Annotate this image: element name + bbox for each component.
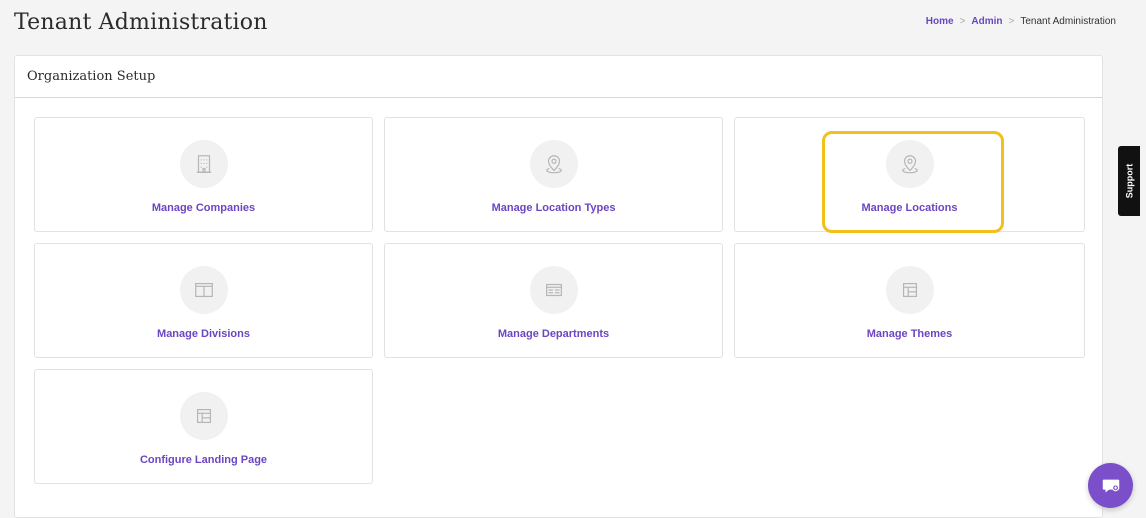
manage-locations-card[interactable]: Manage Locations xyxy=(734,117,1085,233)
support-tab[interactable]: Support xyxy=(1118,146,1140,216)
layout-icon xyxy=(885,265,934,314)
manage-themes-card[interactable]: Manage Themes xyxy=(734,243,1085,358)
manage-companies-card[interactable]: Manage Companies xyxy=(34,117,373,232)
chat-button[interactable] xyxy=(1088,463,1133,508)
layout-icon xyxy=(179,391,228,440)
building-icon xyxy=(179,139,228,188)
card-label: Manage Companies xyxy=(151,201,256,214)
card-label: Manage Locations xyxy=(861,201,958,214)
panel-title: Organization Setup xyxy=(15,56,1102,98)
card-grid: Manage Companies Manage Location Types M… xyxy=(34,117,1085,484)
breadcrumb-admin[interactable]: Admin xyxy=(971,16,1002,27)
organization-setup-panel: Organization Setup Manage Companies Mana… xyxy=(14,55,1103,518)
columns-icon xyxy=(179,265,228,314)
chat-icon xyxy=(1102,479,1119,492)
manage-departments-card[interactable]: Manage Departments xyxy=(384,243,723,358)
support-label: Support xyxy=(1124,163,1134,199)
manage-divisions-card[interactable]: Manage Divisions xyxy=(34,243,373,358)
breadcrumb-home[interactable]: Home xyxy=(926,16,954,27)
breadcrumb-separator: > xyxy=(959,16,966,27)
manage-location-types-card[interactable]: Manage Location Types xyxy=(384,117,723,232)
breadcrumb-separator: > xyxy=(1008,16,1015,27)
location-pin-icon xyxy=(885,139,934,188)
card-label: Configure Landing Page xyxy=(139,453,268,466)
location-pin-icon xyxy=(529,139,578,188)
card-label: Manage Divisions xyxy=(157,327,250,340)
configure-landing-page-card[interactable]: Configure Landing Page xyxy=(34,369,373,484)
card-label: Manage Themes xyxy=(866,327,953,340)
card-label: Manage Location Types xyxy=(491,201,616,214)
card-label: Manage Departments xyxy=(497,327,610,340)
breadcrumb: Home > Admin > Tenant Administration xyxy=(926,16,1116,27)
table-icon xyxy=(529,265,578,314)
breadcrumb-current: Tenant Administration xyxy=(1020,16,1116,27)
page-title: Tenant Administration xyxy=(14,10,268,35)
